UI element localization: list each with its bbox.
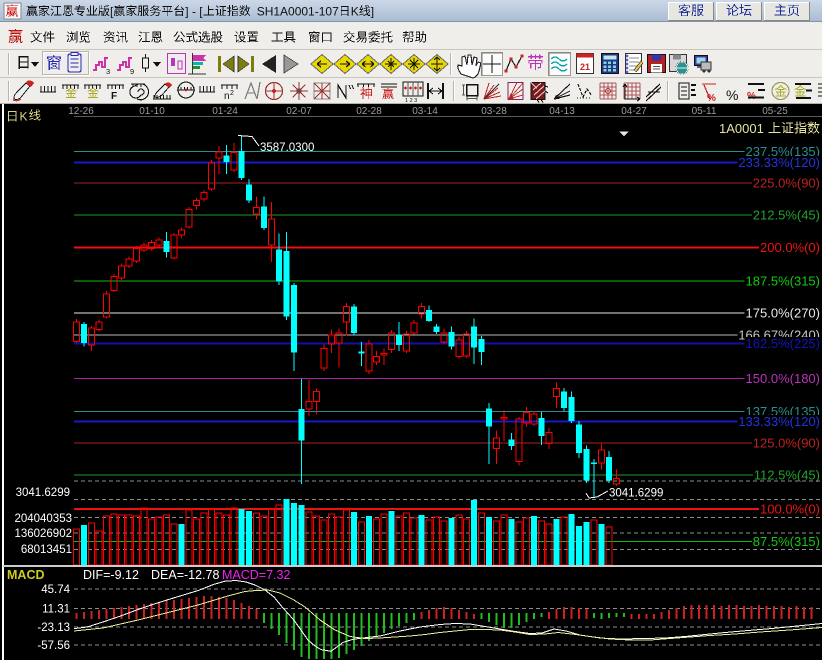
- svg-text:05-11: 05-11: [692, 106, 717, 117]
- svg-text:] - [: ] - [: [185, 5, 203, 19]
- svg-text:%: %: [747, 91, 756, 102]
- svg-text:%: %: [707, 93, 716, 104]
- svg-text:]: ]: [371, 5, 374, 19]
- svg-text:87.5%(315): 87.5%(315): [753, 534, 820, 549]
- svg-text:03-14: 03-14: [412, 106, 438, 117]
- svg-text:3041.6299: 3041.6299: [16, 487, 70, 499]
- svg-text:1 2 3: 1 2 3: [405, 98, 417, 104]
- svg-text:MACD=7.32: MACD=7.32: [222, 568, 290, 582]
- svg-text:-57.56: -57.56: [37, 640, 70, 652]
- svg-text:04-27: 04-27: [621, 106, 647, 117]
- svg-text:01-24: 01-24: [212, 106, 238, 117]
- svg-text:K: K: [20, 110, 28, 124]
- svg-text:9: 9: [130, 67, 134, 76]
- svg-text:204040353: 204040353: [14, 513, 72, 525]
- svg-text:12-26: 12-26: [68, 106, 94, 117]
- svg-text:233.33%(120): 233.33%(120): [738, 155, 820, 170]
- svg-text:225.0%(90): 225.0%(90): [753, 176, 820, 191]
- svg-text:45.74: 45.74: [41, 584, 70, 596]
- svg-text:125.0%(90): 125.0%(90): [753, 436, 820, 451]
- svg-text:175.0%(270): 175.0%(270): [746, 306, 820, 321]
- svg-text:MACD: MACD: [7, 568, 45, 582]
- svg-text:133.33%(120): 133.33%(120): [738, 414, 820, 429]
- svg-text:DIF=-9.12: DIF=-9.12: [83, 568, 139, 582]
- svg-text:21: 21: [580, 62, 590, 72]
- svg-text:02-28: 02-28: [356, 106, 382, 117]
- svg-text:187.5%(315): 187.5%(315): [746, 274, 820, 289]
- svg-text:3041.6299: 3041.6299: [609, 488, 663, 500]
- svg-text:136026902: 136026902: [14, 528, 72, 540]
- svg-text:n: n: [224, 91, 230, 102]
- svg-text:3: 3: [106, 67, 110, 76]
- svg-text:162.5%(225): 162.5%(225): [746, 336, 820, 351]
- svg-text:F: F: [111, 91, 117, 102]
- svg-text:212.5%(45): 212.5%(45): [753, 208, 820, 223]
- svg-text:68013451: 68013451: [21, 544, 72, 556]
- svg-text:2: 2: [230, 90, 234, 97]
- svg-text:200.0%(0): 200.0%(0): [760, 240, 820, 255]
- svg-text:100.0%(0): 100.0%(0): [760, 502, 820, 517]
- svg-text:02-07: 02-07: [286, 106, 312, 117]
- svg-text:DEA=-12.78: DEA=-12.78: [151, 568, 219, 582]
- svg-text:112.5%(45): 112.5%(45): [754, 468, 820, 483]
- svg-text:3587.0300: 3587.0300: [260, 142, 314, 154]
- svg-text:05-25: 05-25: [762, 106, 788, 117]
- svg-text:K: K: [351, 5, 359, 19]
- svg-text:03-28: 03-28: [481, 106, 507, 117]
- svg-text:11.31: 11.31: [42, 604, 70, 616]
- svg-text:04-13: 04-13: [549, 106, 575, 117]
- svg-text:%: %: [726, 87, 738, 103]
- svg-text:1A0001: 1A0001: [719, 121, 764, 136]
- svg-text:SH1A0001-107: SH1A0001-107: [257, 5, 339, 19]
- svg-text:150.0%(180): 150.0%(180): [746, 371, 820, 386]
- svg-text:-23.13: -23.13: [37, 622, 70, 634]
- svg-text:01-10: 01-10: [139, 106, 165, 117]
